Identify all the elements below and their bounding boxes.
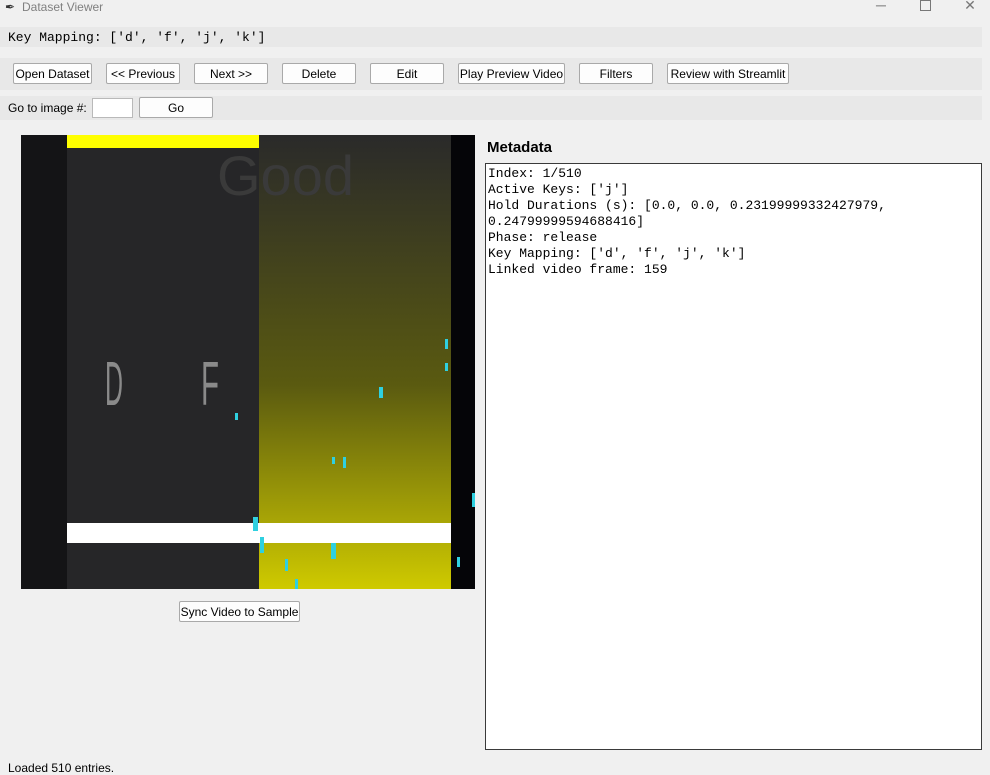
open-dataset-button[interactable]: Open Dataset bbox=[13, 63, 92, 84]
play-preview-video-button[interactable]: Play Preview Video bbox=[458, 63, 565, 84]
status-bar bbox=[0, 757, 990, 772]
next-button[interactable]: Next >> bbox=[194, 63, 268, 84]
goto-label: Go to image #: bbox=[8, 101, 87, 115]
maximize-icon bbox=[919, 0, 931, 11]
window-title: Dataset Viewer bbox=[22, 0, 104, 14]
lane-label-f: F bbox=[201, 350, 219, 419]
metadata-title: Metadata bbox=[487, 139, 553, 156]
gameplay-frame: Good D F bbox=[21, 135, 475, 589]
filters-button[interactable]: Filters bbox=[579, 63, 653, 84]
go-button[interactable]: Go bbox=[139, 97, 213, 118]
previous-button[interactable]: << Previous bbox=[106, 63, 180, 84]
status-text: Loaded 510 entries. bbox=[8, 761, 115, 775]
title-bar: ✒ Dataset Viewer ─ ✕ bbox=[0, 0, 990, 20]
goto-index-input[interactable] bbox=[92, 98, 133, 118]
key-mapping-bar: Key Mapping: ['d', 'f', 'j', 'k'] bbox=[0, 27, 982, 47]
metadata-key-mapping: Key Mapping: ['d', 'f', 'j', 'k'] bbox=[488, 246, 746, 261]
lane-label-d: D bbox=[105, 350, 123, 419]
watermark-text: Good bbox=[217, 144, 354, 207]
metadata-hold-durations-cont: 0.24799999594688416] bbox=[488, 214, 645, 229]
metadata-active-keys: Active Keys: ['j'] bbox=[488, 182, 629, 197]
maximize-button[interactable] bbox=[902, 0, 948, 16]
metadata-linked-frame: Linked video frame: 159 bbox=[488, 262, 668, 277]
minimize-button[interactable]: ─ bbox=[858, 0, 904, 16]
sample-preview-image: Good D F bbox=[21, 135, 475, 589]
edit-button[interactable]: Edit bbox=[370, 63, 444, 84]
feather-icon: ✒ bbox=[5, 0, 16, 14]
metadata-phase: Phase: release bbox=[488, 230, 598, 245]
metadata-index: Index: 1/510 bbox=[488, 166, 582, 181]
key-mapping-label: Key Mapping: ['d', 'f', 'j', 'k'] bbox=[8, 30, 266, 45]
metadata-text-box[interactable]: Index: 1/510 Active Keys: ['j'] Hold Dur… bbox=[485, 163, 982, 750]
judgement-line bbox=[67, 523, 451, 543]
close-button[interactable]: ✕ bbox=[947, 0, 990, 16]
metadata-hold-durations: Hold Durations (s): [0.0, 0.0, 0.2319999… bbox=[488, 198, 886, 213]
review-with-streamlit-button[interactable]: Review with Streamlit bbox=[667, 63, 789, 84]
delete-button[interactable]: Delete bbox=[282, 63, 356, 84]
sync-video-button[interactable]: Sync Video to Sample bbox=[179, 601, 300, 622]
